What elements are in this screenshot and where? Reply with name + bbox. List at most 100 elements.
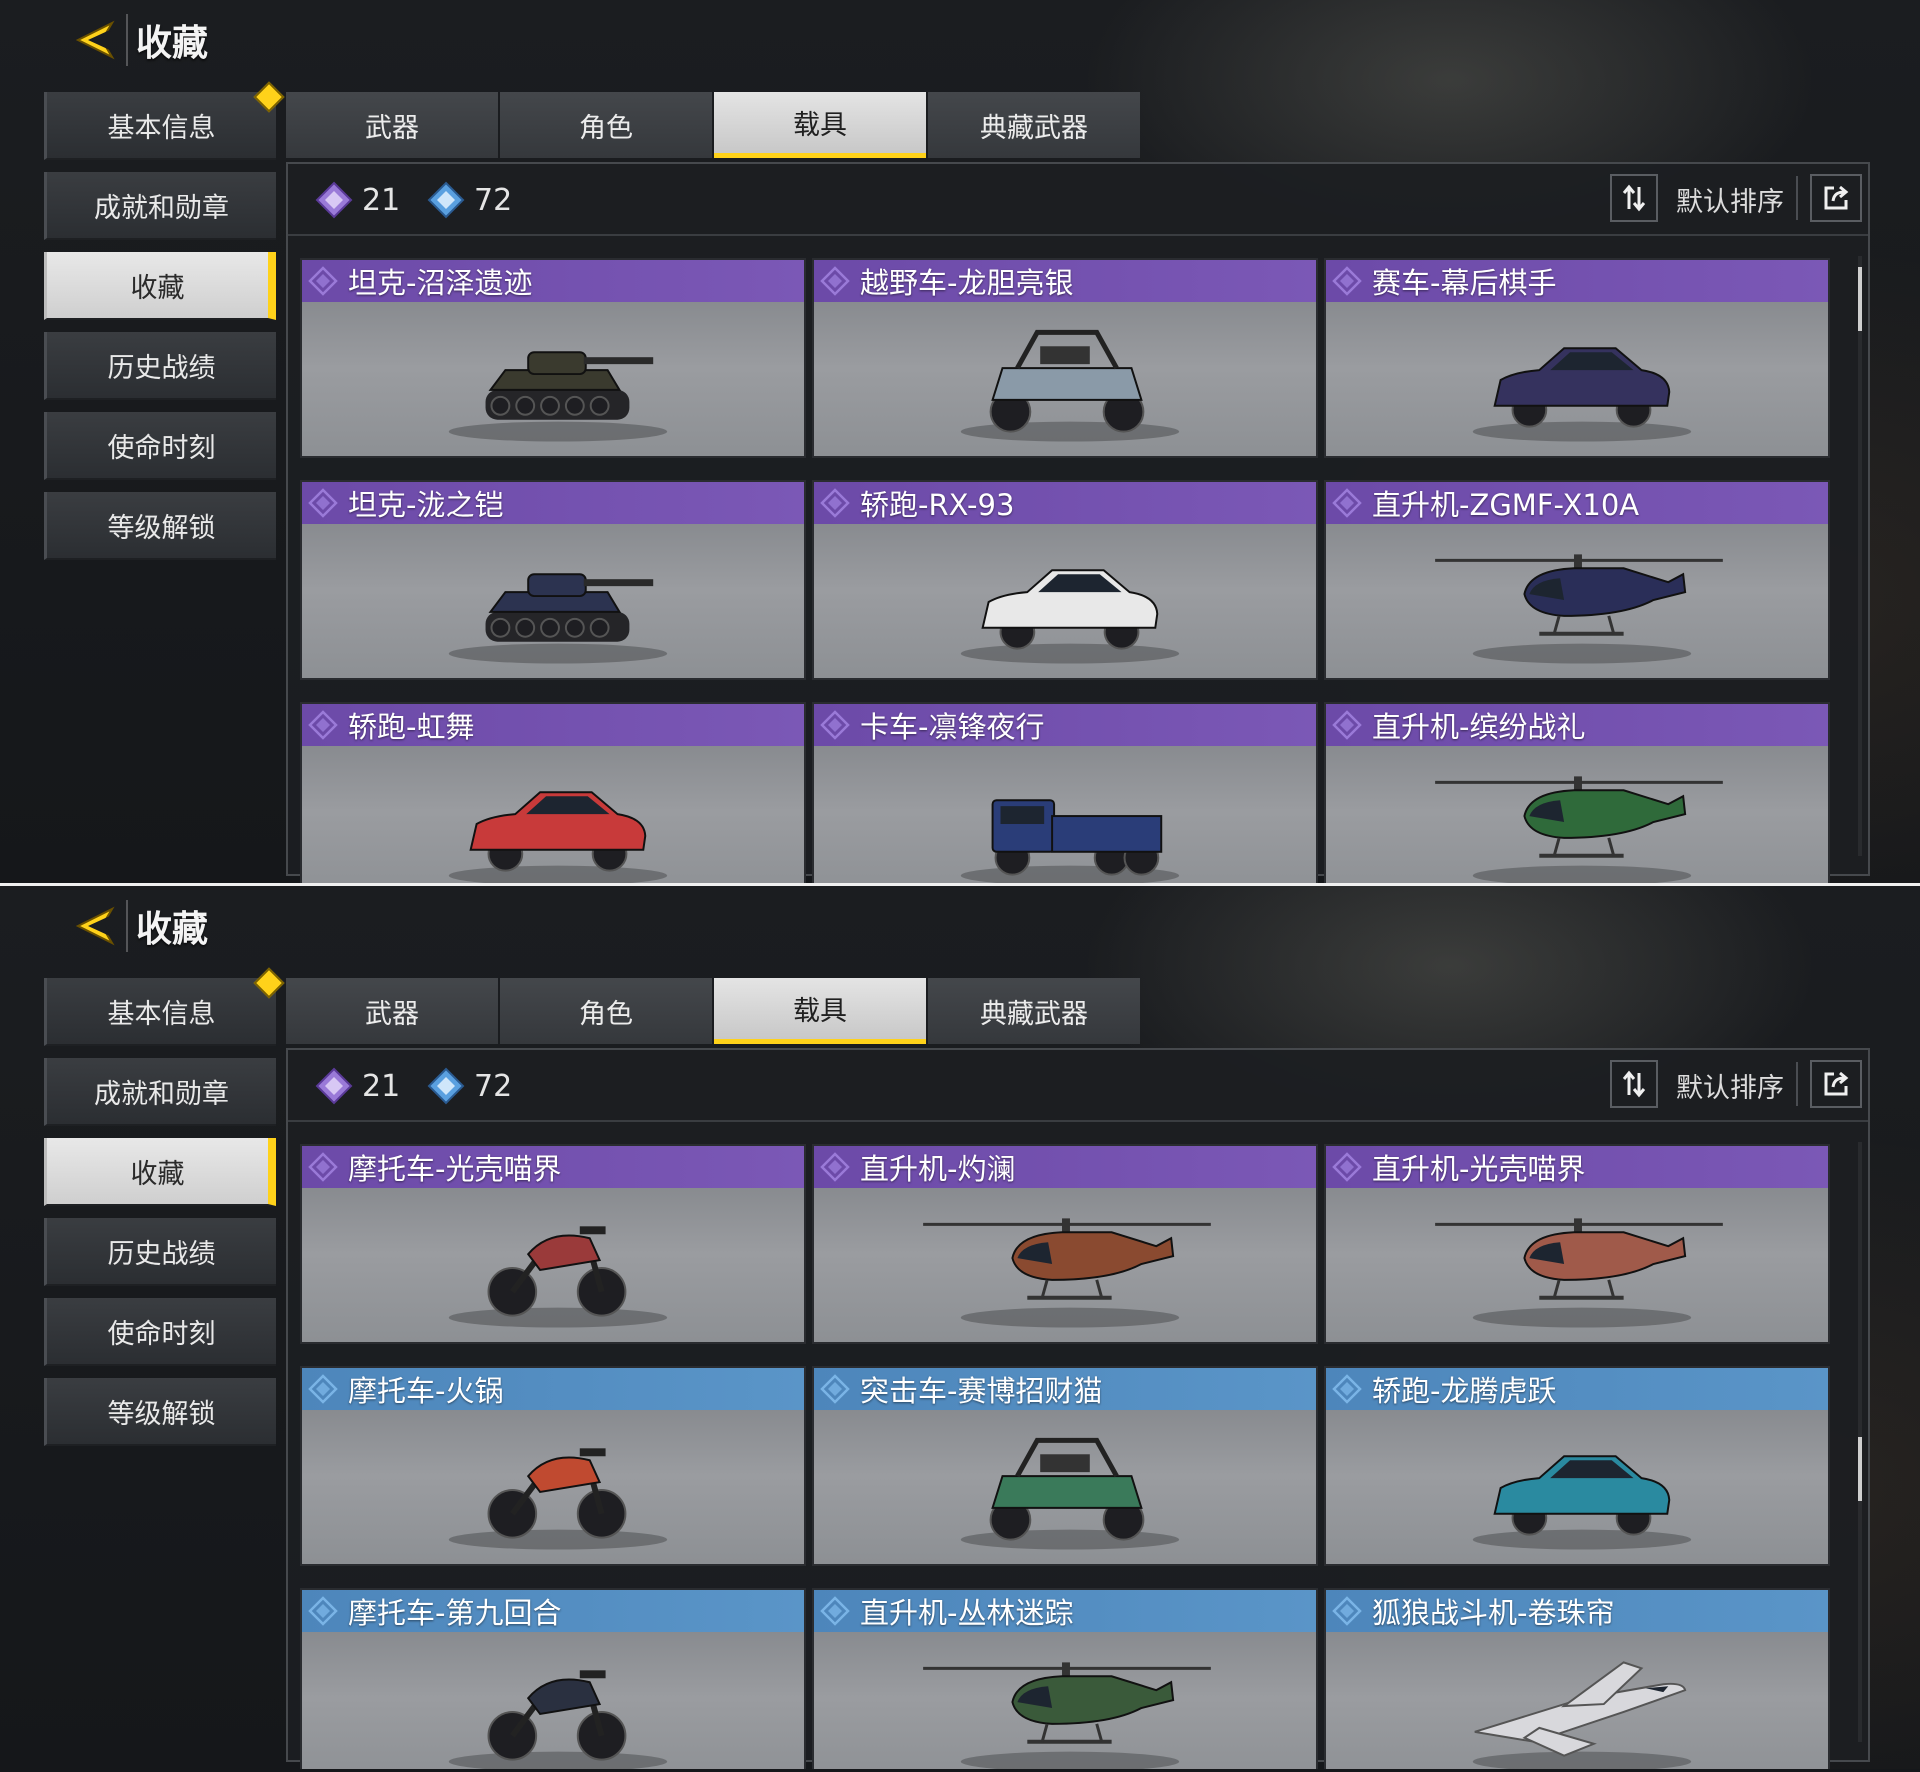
purple-diamond-icon: [315, 1067, 353, 1105]
header: 收藏: [72, 12, 208, 68]
sidebar-item-4[interactable]: 使命时刻: [44, 1298, 276, 1366]
sort-label[interactable]: 默认排序: [1676, 180, 1784, 219]
motorcycle-icon: [302, 1410, 804, 1564]
vehicle-card[interactable]: 越野车-龙胆亮银: [812, 258, 1318, 458]
sidebar-item-5[interactable]: 等级解锁: [44, 492, 276, 560]
sidebar-item-3[interactable]: 历史战绩: [44, 332, 276, 400]
purple-count: 21: [362, 182, 401, 218]
vehicle-card[interactable]: 坦克-泷之铠: [300, 480, 806, 680]
sidebar-item-label: 收藏: [130, 1158, 185, 1190]
blue-rarity-icon: [308, 1374, 338, 1404]
vehicle-card[interactable]: 摩托车-光壳喵界: [300, 1144, 806, 1344]
tab-0[interactable]: 武器: [286, 92, 498, 158]
new-badge-icon: [253, 81, 285, 113]
sidebar-nav: 基本信息成就和勋章收藏历史战绩使命时刻等级解锁: [44, 967, 285, 1458]
stats-bar: 21 72 默认排序: [288, 1050, 1868, 1122]
tab-3[interactable]: 典藏武器: [928, 978, 1140, 1044]
sort-arrows-icon: [1622, 1070, 1646, 1098]
vehicle-card-header: 轿跑-龙腾虎跃: [1326, 1368, 1828, 1410]
vehicle-card-header: 直升机-ZGMF-X10A: [1326, 482, 1828, 524]
back-arrow-icon[interactable]: [72, 903, 118, 949]
sort-toggle-button[interactable]: [1610, 1060, 1658, 1108]
blue-diamond-icon: [427, 181, 465, 219]
sidebar-item-3[interactable]: 历史战绩: [44, 1218, 276, 1286]
vehicle-card-header: 摩托车-第九回合: [302, 1590, 804, 1632]
vehicle-name: 摩托车-第九回合: [348, 1596, 562, 1630]
blue-rarity-icon: [820, 1596, 850, 1626]
vehicle-card-header: 摩托车-光壳喵界: [302, 1146, 804, 1188]
sidebar-item-4[interactable]: 使命时刻: [44, 412, 276, 480]
vehicle-card[interactable]: 摩托车-火锅: [300, 1366, 806, 1566]
helicopter-icon: [1326, 1188, 1828, 1342]
tab-0[interactable]: 武器: [286, 978, 498, 1044]
page-title: 收藏: [126, 900, 208, 952]
scrollbar[interactable]: [1858, 1142, 1862, 1742]
vehicle-card-header: 坦克-泷之铠: [302, 482, 804, 524]
scrollbar[interactable]: [1858, 256, 1862, 856]
vehicle-card[interactable]: 轿跑-RX-93: [812, 480, 1318, 680]
tab-3[interactable]: 典藏武器: [928, 92, 1140, 158]
scrollbar-thumb[interactable]: [1858, 267, 1862, 331]
vehicle-name: 直升机-丛林迷踪: [860, 1596, 1074, 1630]
blue-rarity-icon: [820, 1374, 850, 1404]
sidebar-item-label: 成就和勋章: [94, 192, 229, 224]
vehicle-card[interactable]: 卡车-凛锋夜行: [812, 702, 1318, 883]
sidebar-item-2[interactable]: 收藏: [44, 252, 276, 320]
sort-label[interactable]: 默认排序: [1676, 1066, 1784, 1105]
sidebar-nav: 基本信息成就和勋章收藏历史战绩使命时刻等级解锁: [44, 81, 285, 572]
vehicle-name: 坦克-泷之铠: [348, 488, 504, 522]
sidebar-item-label: 收藏: [130, 272, 185, 304]
vehicle-card[interactable]: 赛车-幕后棋手: [1324, 258, 1830, 458]
vehicle-card-header: 直升机-缤纷战礼: [1326, 704, 1828, 746]
blue-rarity-icon: [1332, 1596, 1362, 1626]
purple-rarity-icon: [308, 488, 338, 518]
vehicle-card[interactable]: 直升机-丛林迷踪: [812, 1588, 1318, 1769]
collection-panel-top: 收藏 基本信息 成就和勋章 收藏 历史战绩 使命时刻 等级解锁 武器 角色 载具 典藏武器 21…: [0, 0, 1920, 883]
sidebar-item-5[interactable]: 等级解锁: [44, 1378, 276, 1446]
blue-count: 72: [474, 1068, 513, 1104]
buggy-icon: [814, 302, 1316, 456]
vehicle-card[interactable]: 直升机-灼澜: [812, 1144, 1318, 1344]
page-title: 收藏: [126, 14, 208, 66]
share-button[interactable]: [1810, 1060, 1862, 1108]
blue-rarity-icon: [1332, 1374, 1362, 1404]
sidebar-item-2[interactable]: 收藏: [44, 1138, 276, 1206]
vehicle-card[interactable]: 直升机-ZGMF-X10A: [1324, 480, 1830, 680]
collection-panel-bottom: 收藏 基本信息 成就和勋章 收藏 历史战绩 使命时刻 等级解锁 武器 角色 载具 典藏武器 21…: [0, 886, 1920, 1769]
purple-count-stat: 21: [314, 180, 400, 220]
sidebar-item-1[interactable]: 成就和勋章: [44, 1058, 276, 1126]
vehicle-card-header: 直升机-丛林迷踪: [814, 1590, 1316, 1632]
tab-2[interactable]: 载具: [714, 978, 926, 1044]
purple-rarity-icon: [1332, 488, 1362, 518]
sort-toggle-button[interactable]: [1610, 174, 1658, 222]
vehicle-card-header: 卡车-凛锋夜行: [814, 704, 1316, 746]
vehicle-card[interactable]: 轿跑-龙腾虎跃: [1324, 1366, 1830, 1566]
tab-1[interactable]: 角色: [500, 978, 712, 1044]
sort-separator: [1796, 176, 1798, 220]
purple-count: 21: [362, 1068, 401, 1104]
vehicle-card[interactable]: 突击车-赛博招财猫: [812, 1366, 1318, 1566]
sidebar-item-0[interactable]: 基本信息: [44, 967, 285, 1046]
vehicle-card[interactable]: 轿跑-虹舞: [300, 702, 806, 883]
collection-content: 21 72 默认排序: [286, 1048, 1870, 1769]
scrollbar-thumb[interactable]: [1858, 1437, 1862, 1501]
vehicle-card[interactable]: 直升机-缤纷战礼: [1324, 702, 1830, 883]
sidebar-item-1[interactable]: 成就和勋章: [44, 172, 276, 240]
vehicle-card-header: 轿跑-RX-93: [814, 482, 1316, 524]
vehicle-card[interactable]: 狐狼战斗机-卷珠帘: [1324, 1588, 1830, 1769]
sidebar-item-label: 成就和勋章: [94, 1078, 229, 1110]
share-button[interactable]: [1810, 174, 1862, 222]
car-icon: [1326, 302, 1828, 456]
purple-rarity-icon: [1332, 1152, 1362, 1182]
purple-diamond-icon: [315, 181, 353, 219]
tab-1[interactable]: 角色: [500, 92, 712, 158]
vehicle-card-header: 直升机-光壳喵界: [1326, 1146, 1828, 1188]
sidebar-item-0[interactable]: 基本信息: [44, 81, 285, 160]
vehicle-card[interactable]: 摩托车-第九回合: [300, 1588, 806, 1769]
vehicle-card[interactable]: 坦克-沼泽遗迹: [300, 258, 806, 458]
vehicle-card[interactable]: 直升机-光壳喵界: [1324, 1144, 1830, 1344]
vehicle-name: 直升机-光壳喵界: [1372, 1152, 1586, 1186]
vehicle-name: 摩托车-光壳喵界: [348, 1152, 562, 1186]
tab-2[interactable]: 载具: [714, 92, 926, 158]
back-arrow-icon[interactable]: [72, 17, 118, 63]
